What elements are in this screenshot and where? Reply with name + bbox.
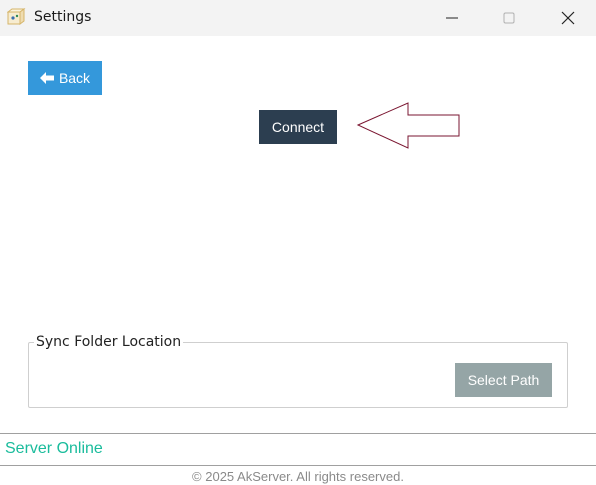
sync-folder-legend: Sync Folder Location — [34, 334, 184, 350]
annotation-arrow-icon — [356, 102, 460, 149]
connect-button-label: Connect — [271, 119, 325, 135]
title-bar[interactable]: Settings — [0, 0, 596, 36]
close-icon — [561, 11, 575, 25]
close-button[interactable] — [545, 0, 591, 36]
footer-divider — [0, 465, 596, 466]
status-divider — [0, 433, 596, 434]
select-path-label: Select Path — [467, 372, 540, 388]
arrow-left-icon — [39, 72, 54, 84]
connect-button[interactable]: Connect — [259, 110, 337, 144]
minimize-button[interactable] — [429, 0, 475, 36]
server-status: Server Online — [5, 440, 103, 457]
maximize-button[interactable] — [486, 0, 532, 36]
minimize-icon — [446, 17, 458, 19]
app-cube-icon — [6, 8, 26, 27]
window-title: Settings — [34, 9, 92, 25]
maximize-icon — [503, 12, 515, 24]
back-button[interactable]: Back — [28, 61, 102, 95]
select-path-button[interactable]: Select Path — [455, 363, 552, 397]
footer-copyright: © 2025 AkServer. All rights reserved. — [192, 469, 404, 484]
back-button-label: Back — [58, 70, 91, 86]
